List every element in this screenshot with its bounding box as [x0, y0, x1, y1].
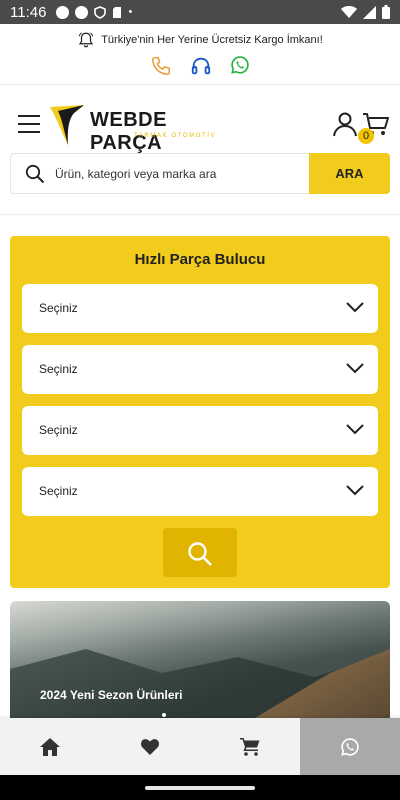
status-notification-icons: •	[56, 5, 133, 19]
logo-brand-text: WEBDE PARÇA	[90, 109, 167, 154]
nav-favorites[interactable]	[100, 718, 200, 775]
finder-search-button[interactable]	[163, 528, 237, 577]
nav-whatsapp[interactable]	[300, 718, 400, 775]
whatsapp-icon	[341, 737, 359, 756]
phone-link[interactable]	[150, 55, 172, 77]
status-dot: •	[128, 6, 133, 18]
contact-links	[0, 55, 400, 77]
search-icon	[188, 542, 212, 566]
system-gesture-bar	[0, 775, 400, 800]
notification-circle-icon	[56, 5, 70, 19]
search-input[interactable]	[55, 154, 305, 193]
nav-home[interactable]	[0, 718, 100, 775]
select-label: Seçiniz	[39, 362, 78, 376]
search-bar: ARA	[10, 153, 390, 194]
sd-card-icon	[113, 6, 122, 18]
finder-title: Hızlı Parça Bulucu	[134, 251, 266, 268]
site-header: WEBDE PARÇA TARMAK OTOMOTİV 0 ARA	[0, 85, 400, 215]
shield-icon	[94, 5, 107, 19]
signal-icon	[363, 5, 376, 19]
select-label: Seçiniz	[39, 301, 78, 315]
search-button[interactable]: ARA	[309, 153, 390, 194]
home-icon	[40, 737, 60, 756]
finder-select-4[interactable]: Seçiniz	[22, 467, 378, 516]
select-label: Seçiniz	[39, 423, 78, 437]
logo-mark-icon	[50, 105, 84, 145]
finder-select-1[interactable]: Seçiniz	[22, 284, 378, 333]
bottom-nav	[0, 718, 400, 775]
finder-select-2[interactable]: Seçiniz	[22, 345, 378, 394]
site-logo[interactable]: WEBDE PARÇA TARMAK OTOMOTİV	[48, 103, 238, 154]
finder-select-3[interactable]: Seçiniz	[22, 406, 378, 455]
promo-banner[interactable]: 2024 Yeni Sezon Ürünleri	[10, 601, 390, 721]
whatsapp-link[interactable]	[230, 55, 250, 77]
status-bar: 11:46 •	[0, 0, 400, 24]
bell-icon	[78, 32, 94, 48]
shipping-text: Türkiye'nin Her Yerine Ücretsiz Kargo İm…	[101, 34, 323, 46]
battery-icon	[382, 5, 390, 19]
chevron-down-icon	[346, 424, 364, 435]
user-icon	[333, 112, 357, 137]
wifi-icon	[341, 5, 357, 18]
notification-circle-icon	[75, 5, 89, 19]
shipping-notice: Türkiye'nin Her Yerine Ücretsiz Kargo İm…	[0, 31, 400, 49]
headset-icon	[191, 57, 211, 75]
menu-button[interactable]	[18, 115, 40, 133]
cart-icon	[240, 737, 260, 756]
menu-bar	[18, 131, 40, 133]
select-label: Seçiniz	[39, 484, 78, 498]
gesture-handle[interactable]	[145, 786, 255, 790]
cart-count-badge: 0	[358, 128, 374, 144]
menu-bar	[18, 115, 40, 117]
banner-caption: 2024 Yeni Sezon Ürünleri	[40, 688, 183, 702]
nav-cart[interactable]	[200, 718, 300, 775]
menu-bar	[18, 123, 40, 125]
chevron-down-icon	[346, 302, 364, 313]
account-button[interactable]	[332, 111, 358, 142]
search-icon	[25, 164, 45, 184]
banner-pager-dot[interactable]	[162, 713, 166, 717]
quick-part-finder: Hızlı Parça Bulucu Seçiniz Seçiniz Seçin…	[10, 236, 390, 588]
whatsapp-icon	[231, 56, 249, 74]
phone-icon	[151, 56, 171, 76]
heart-icon	[141, 738, 159, 755]
chevron-down-icon	[346, 485, 364, 496]
status-system-icons	[341, 5, 390, 19]
search-box	[10, 153, 310, 194]
status-time: 11:46	[10, 3, 47, 21]
chevron-down-icon	[346, 363, 364, 374]
support-link[interactable]	[190, 55, 212, 77]
logo-sub-text: TARMAK OTOMOTİV	[134, 133, 217, 139]
top-info-bar: Türkiye'nin Her Yerine Ücretsiz Kargo İm…	[0, 24, 400, 85]
